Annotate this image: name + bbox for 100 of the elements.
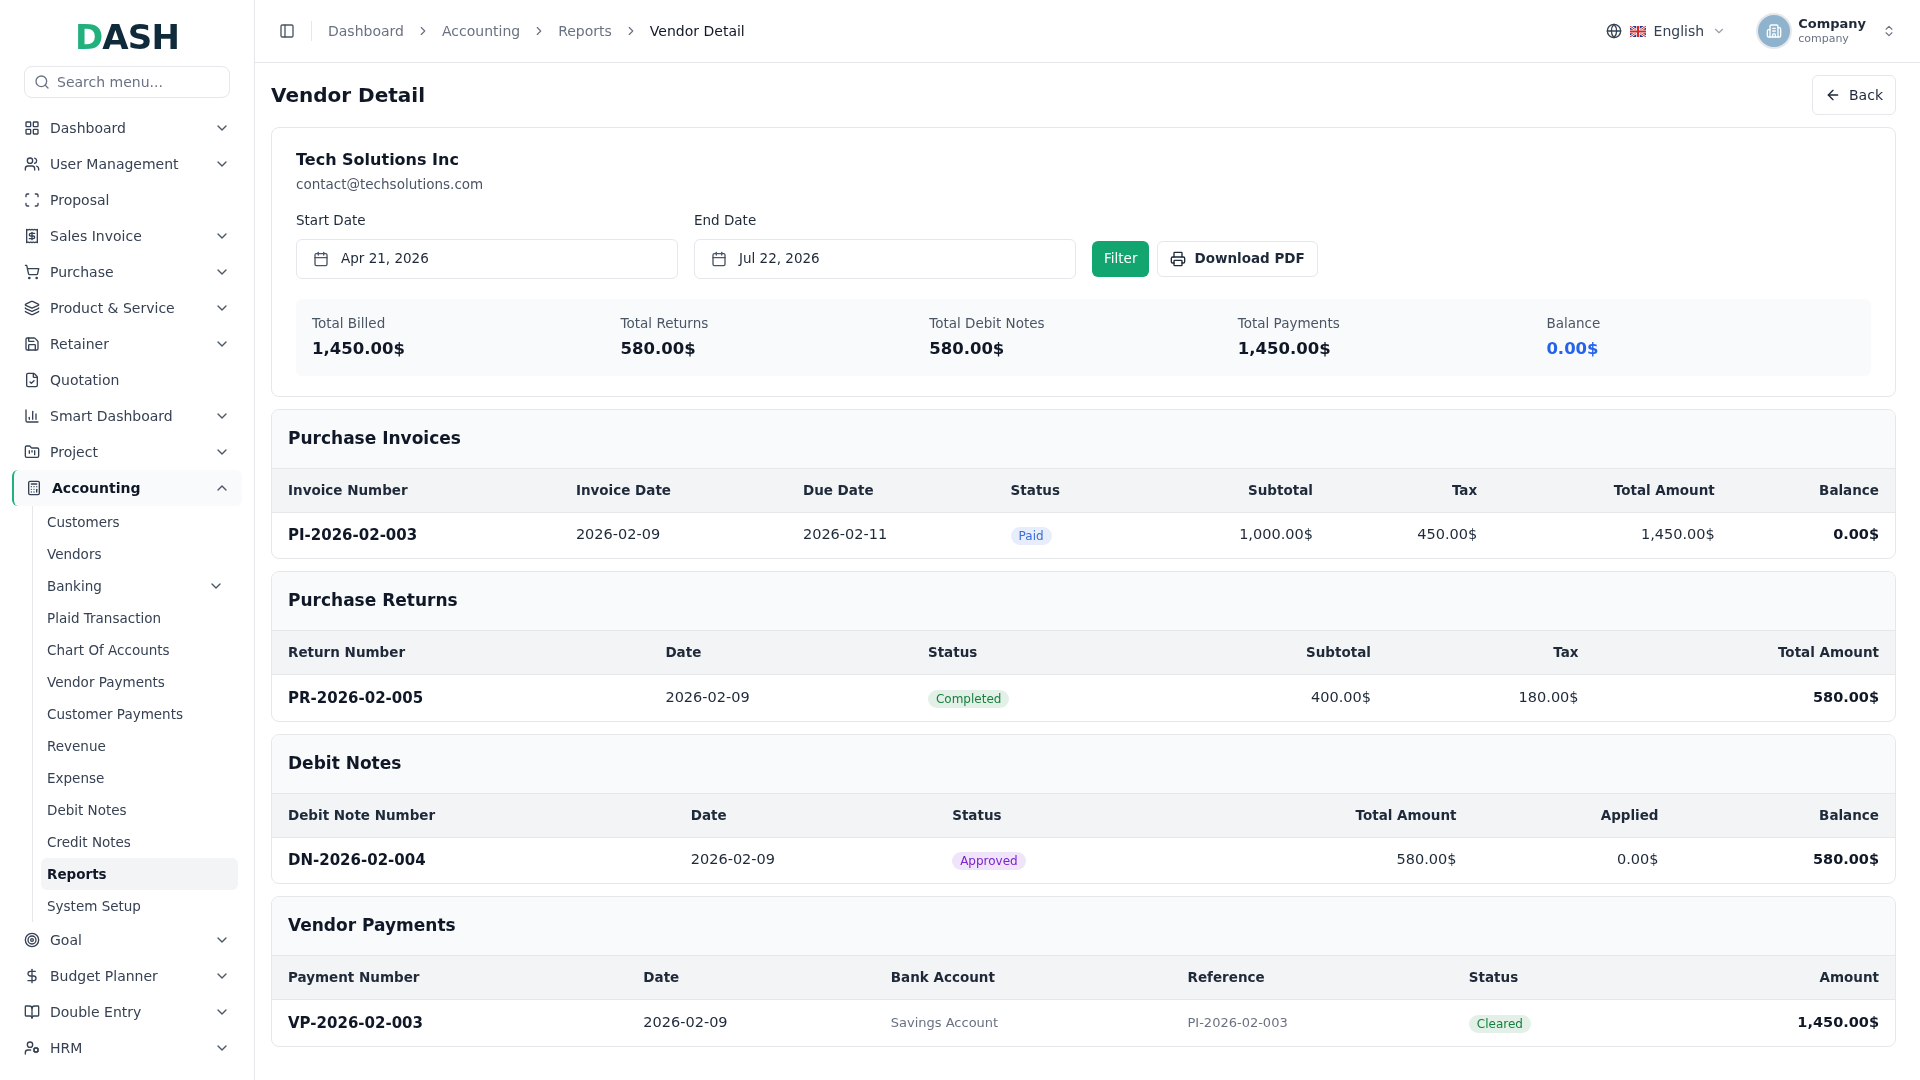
table-cell: 580.00$ <box>1594 674 1895 721</box>
back-button[interactable]: Back <box>1812 75 1896 115</box>
sidebar-item[interactable]: Budget Planner <box>12 958 242 994</box>
arrow-left-icon <box>1825 87 1841 103</box>
column-header: Amount <box>1653 955 1895 1000</box>
section-title: Purchase Returns <box>288 589 458 613</box>
submenu-item[interactable]: Vendors <box>41 538 238 570</box>
user-name: Company <box>1798 16 1866 33</box>
sidebar-item[interactable]: Product & Service <box>12 290 242 326</box>
table-cell: PR-2026-02-005 <box>272 674 650 721</box>
vendor-email: contact@techsolutions.com <box>296 175 485 194</box>
layers-icon <box>24 300 40 316</box>
table-cell: 400.00$ <box>1168 674 1387 721</box>
cart-icon <box>24 264 40 280</box>
summary-value: 0.00$ <box>1546 337 1600 360</box>
sidebar-item[interactable]: Double Entry <box>12 994 242 1030</box>
calendar-icon <box>711 250 727 267</box>
date-field[interactable]: Jul 22, 2026 <box>694 238 1076 279</box>
column-header: Balance <box>1730 468 1895 512</box>
globe-icon <box>1605 23 1622 39</box>
date-field[interactable]: Apr 21, 2026 <box>296 238 678 279</box>
summary-value: 1,450.00$ <box>1237 337 1332 360</box>
column-header: Subtotal <box>1168 630 1387 675</box>
column-header: Status <box>1452 955 1654 1000</box>
calendar-icon <box>313 250 329 267</box>
column-header: Payment Number <box>272 955 628 1000</box>
breadcrumb-link[interactable]: Dashboard <box>328 20 404 42</box>
sidebar-toggle-icon[interactable] <box>279 23 295 39</box>
breadcrumb-link[interactable]: Reports <box>558 20 612 42</box>
search-icon <box>34 74 50 90</box>
breadcrumb-link[interactable]: Vendor Detail <box>649 20 745 42</box>
summary-value: 1,450.00$ <box>312 337 406 360</box>
column-header: Invoice Number <box>272 468 560 512</box>
submenu-item[interactable]: System Setup <box>41 890 238 922</box>
sidebar-item[interactable]: Goal <box>12 922 242 958</box>
dollar-icon <box>24 968 40 984</box>
grid-icon <box>24 120 40 136</box>
submenu-item[interactable]: Customers <box>41 506 238 538</box>
status-badge: Cleared <box>1468 1014 1531 1033</box>
status-badge: Paid <box>1010 527 1052 546</box>
submenu-item[interactable]: Customer Payments <box>41 698 238 730</box>
table-cell: PI-2026-02-003 <box>272 512 560 558</box>
summary-value: 580.00$ <box>929 337 1006 360</box>
status-badge: Completed <box>927 689 1010 708</box>
table-cell: 1,450.00$ <box>1493 512 1731 558</box>
submenu-item[interactable]: Chart Of Accounts <box>41 634 238 666</box>
table-cell: 450.00$ <box>1328 512 1494 558</box>
submenu-item[interactable]: Vendor Payments <box>41 666 238 698</box>
calculator-icon <box>26 480 42 496</box>
submenu-item[interactable]: Banking <box>41 570 238 602</box>
breadcrumb-link[interactable]: Accounting <box>441 20 521 42</box>
sidebar-item[interactable]: Smart Dashboard <box>12 398 242 434</box>
column-header: Tax <box>1328 468 1494 512</box>
column-header: Balance <box>1674 793 1895 837</box>
submenu-item[interactable]: Revenue <box>41 730 238 762</box>
sidebar-item[interactable]: User Management <box>12 146 242 182</box>
field-label: End Date <box>694 211 758 231</box>
submenu-item[interactable]: Reports <box>41 858 238 890</box>
floppy-icon <box>24 336 40 352</box>
language-selector[interactable]: English <box>1605 20 1727 42</box>
column-header: Tax <box>1386 630 1595 675</box>
sidebar-item[interactable]: Quotation <box>12 362 242 398</box>
column-header: Bank Account <box>874 955 1172 1000</box>
column-header: Return Number <box>272 630 650 675</box>
column-header: Due Date <box>786 468 995 512</box>
submenu-item[interactable]: Debit Notes <box>41 794 238 826</box>
table-cell: 580.00$ <box>1674 837 1895 883</box>
column-header: Total Amount <box>1493 468 1731 512</box>
submenu-item[interactable]: Expense <box>41 762 238 794</box>
table-cell: 180.00$ <box>1386 674 1595 721</box>
user-cog-icon <box>24 1040 40 1056</box>
user-menu[interactable]: Company company <box>1758 15 1896 47</box>
users-icon <box>24 156 40 172</box>
flag-icon <box>1629 25 1646 37</box>
column-header: Subtotal <box>1139 468 1329 512</box>
sidebar-item[interactable]: Accounting <box>12 470 242 506</box>
column-header: Reference <box>1171 955 1453 1000</box>
dashed-square-icon <box>24 192 40 208</box>
sidebar-item[interactable]: Purchase <box>12 254 242 290</box>
logo: DASH <box>74 20 180 54</box>
status-badge: Approved <box>952 852 1026 871</box>
column-header: Date <box>649 630 912 675</box>
search-field[interactable]: Search menu... <box>24 66 230 98</box>
submenu-item[interactable]: Credit Notes <box>41 826 238 858</box>
sidebar-item[interactable]: Retainer <box>12 326 242 362</box>
sidebar-item[interactable]: HRM <box>12 1030 242 1066</box>
table-cell: PI-2026-02-003 <box>1171 999 1453 1046</box>
column-header: Debit Note Number <box>272 793 675 837</box>
sidebar-item[interactable]: Sales Invoice <box>12 218 242 254</box>
submenu-item[interactable]: Plaid Transaction <box>41 602 238 634</box>
vendor-name: Tech Solutions Inc <box>296 149 460 171</box>
section-title: Debit Notes <box>288 751 402 775</box>
sidebar-item[interactable]: Dashboard <box>12 110 242 146</box>
table-cell: 0.00$ <box>1730 512 1895 558</box>
summary-value: 580.00$ <box>620 337 697 360</box>
download-pdf-button[interactable]: Download PDF <box>1157 240 1318 277</box>
sidebar-item[interactable]: Project <box>12 434 242 470</box>
sidebar-item[interactable]: Proposal <box>12 182 242 218</box>
page-title: Vendor Detail <box>271 82 425 109</box>
summary-label: Total Payments <box>1237 313 1341 333</box>
